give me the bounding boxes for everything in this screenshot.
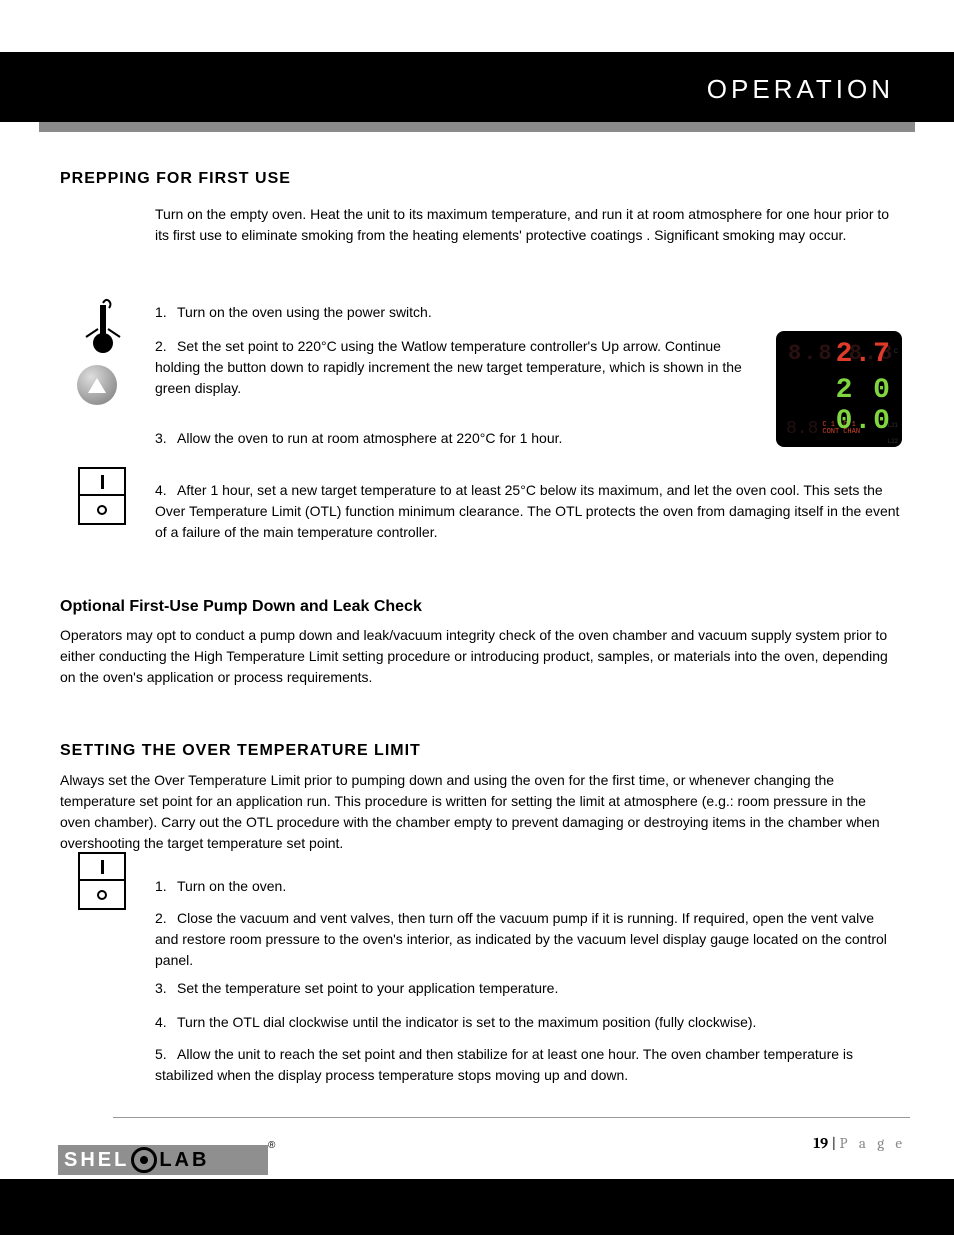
prepping-intro: Turn on the empty oven. Heat the unit to… (155, 204, 900, 246)
circle-icon (97, 505, 107, 515)
text: Close the vacuum and vent valves, then t… (177, 910, 874, 926)
text: Turn the OTL dial clockwise until the in… (177, 1014, 756, 1030)
page-word: P a g e (840, 1134, 906, 1152)
otl-step1: 1.Turn on the oven. (155, 876, 900, 897)
text: to eliminate smoking from the heating el… (226, 227, 643, 243)
thermometer-icon (78, 295, 128, 355)
shel-lab-logo: SHEL LAB (58, 1145, 268, 1175)
prepping-step4: 4.After 1 hour, set a new target tempera… (155, 480, 900, 543)
otl-step4: 4.Turn the OTL dial clockwise until the … (155, 1012, 900, 1033)
text: Turn on the oven. (177, 878, 286, 894)
logo-text-lab: LAB (159, 1149, 209, 1172)
section-title-otl: SETTING THE OVER TEMPERATURE LIMIT (60, 742, 421, 760)
text: Set the temperature set point to your ap… (177, 980, 558, 996)
text: Turn on the oven using the power switch. (177, 304, 432, 320)
switch-top (80, 854, 124, 881)
bar-icon (101, 475, 104, 489)
prepping-step2: 2.Set the set point to 220°C using the W… (155, 336, 760, 399)
text: Allow the unit to reach the set point an… (155, 1046, 853, 1083)
otl-step5: 5.Allow the unit to reach the set point … (155, 1044, 900, 1086)
page-num-value: 19 (813, 1134, 828, 1152)
optional-paragraph: Operators may opt to conduct a pump down… (60, 625, 900, 688)
switch-bottom (80, 496, 124, 523)
text: C (327, 338, 337, 354)
label-l22: L22 (888, 439, 898, 445)
header-title: OPERATION (707, 74, 894, 105)
text: using the Watlow temperature controller'… (341, 338, 598, 354)
unit-c: C (894, 349, 898, 355)
text: Allow the oven to run at room atmosphere… (177, 430, 480, 446)
sep: | (828, 1134, 839, 1152)
text: . Significant smoking may occur. (646, 227, 846, 243)
setpoint-display: 2 0 0.0 (786, 375, 892, 437)
prepping-step3: 3.Allow the oven to run at room atmosphe… (155, 428, 750, 449)
power-switch-icon (78, 467, 126, 525)
footer-bar (0, 1179, 954, 1235)
section-title-prepping: PREPPING FOR FIRST USE (60, 170, 291, 188)
logo-text-shel: SHEL (64, 1149, 129, 1172)
circle-icon (97, 890, 107, 900)
otl-step2: 2.Close the vacuum and vent valves, then… (155, 908, 900, 971)
switch-top (80, 469, 124, 496)
text: the oven's application or process (79, 669, 282, 685)
label-l21: L21 (888, 423, 898, 429)
process-temp-display: 2.7 (786, 339, 892, 370)
up-arrow-button-icon (77, 365, 117, 405)
switch-bottom (80, 881, 124, 908)
otl-step3: 3.Set the temperature set point to your … (155, 978, 900, 999)
page-number: 19 | P a g e (813, 1134, 906, 1152)
logo-dot (140, 1156, 148, 1164)
watlow-controller-display: 8.8.8.8 2.7 C 2 0 0.0 8.8 C 1 CONT C 1 C… (776, 331, 902, 447)
text: C for 1 hour. (485, 430, 562, 446)
triangle-icon (88, 378, 106, 393)
text: Set the set point to 220 (177, 338, 321, 354)
section-title-optional: Optional First-Use Pump Down and Leak Ch… (60, 598, 422, 616)
prepping-step1: 1.Turn on the oven using the power switc… (155, 302, 750, 323)
text: requirements. (287, 669, 373, 685)
otl-intro: Always set the Over Temperature Limit pr… (60, 770, 900, 854)
text: After 1 hour, set a new target temperatu… (177, 482, 520, 498)
bar-icon (101, 860, 104, 874)
logo-circle-icon (131, 1147, 157, 1173)
footer-rule (113, 1117, 910, 1118)
header-underline (39, 122, 915, 132)
text: and restore room pressure to the oven's (155, 931, 403, 947)
registered-mark: ® (268, 1140, 275, 1151)
power-switch-icon (78, 852, 126, 910)
